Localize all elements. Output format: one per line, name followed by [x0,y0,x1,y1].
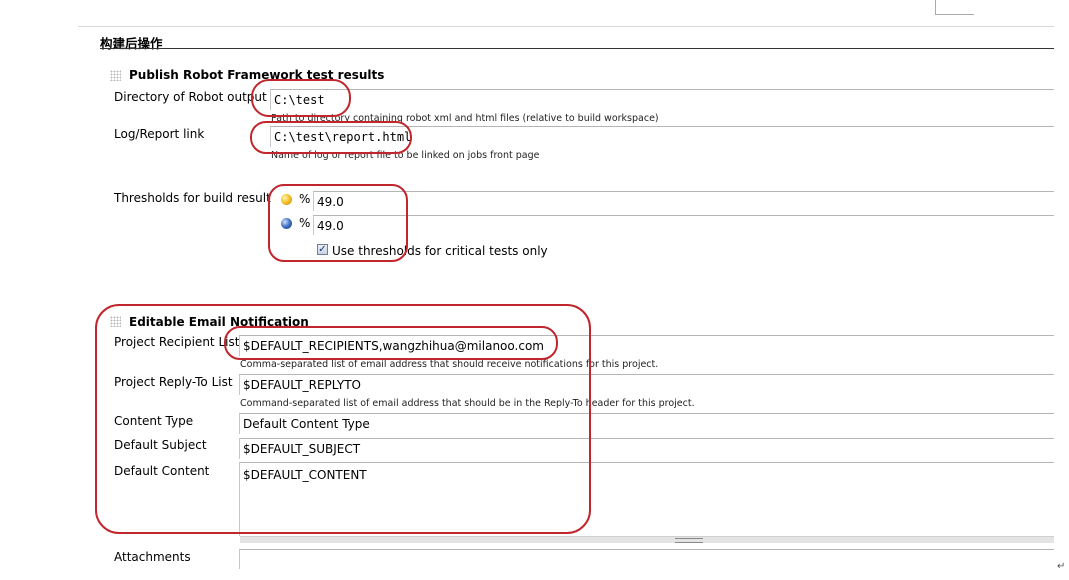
thresholds-label: Thresholds for build result [114,191,271,205]
annotation-output-dir [251,79,351,117]
corner-frame [935,0,974,15]
annotation-thresholds [268,184,408,262]
robot-output-dir-input[interactable]: C:\test [270,89,1054,110]
attachments-input[interactable] [239,549,1054,569]
unstable-threshold-input[interactable]: 49.0 [313,191,1054,211]
robot-plugin-title: Publish Robot Framework test results [129,68,385,82]
post-build-section-title: 构建后操作 [100,36,163,51]
annotation-recipient [224,326,558,360]
resize-grip-icon [675,538,703,543]
section-rule [100,48,1054,49]
return-mark-icon: ↵ [1057,561,1066,572]
log-report-link-label: Log/Report link [114,127,205,141]
failed-threshold-input[interactable]: 49.0 [313,215,1054,235]
annotation-log-link [250,121,412,154]
drag-handle-icon[interactable] [110,70,121,81]
textarea-resize-bar[interactable] [240,536,1054,543]
robot-output-dir-label: Directory of Robot output [114,90,267,104]
top-divider [78,26,1054,27]
attachments-label: Attachments [114,550,191,564]
